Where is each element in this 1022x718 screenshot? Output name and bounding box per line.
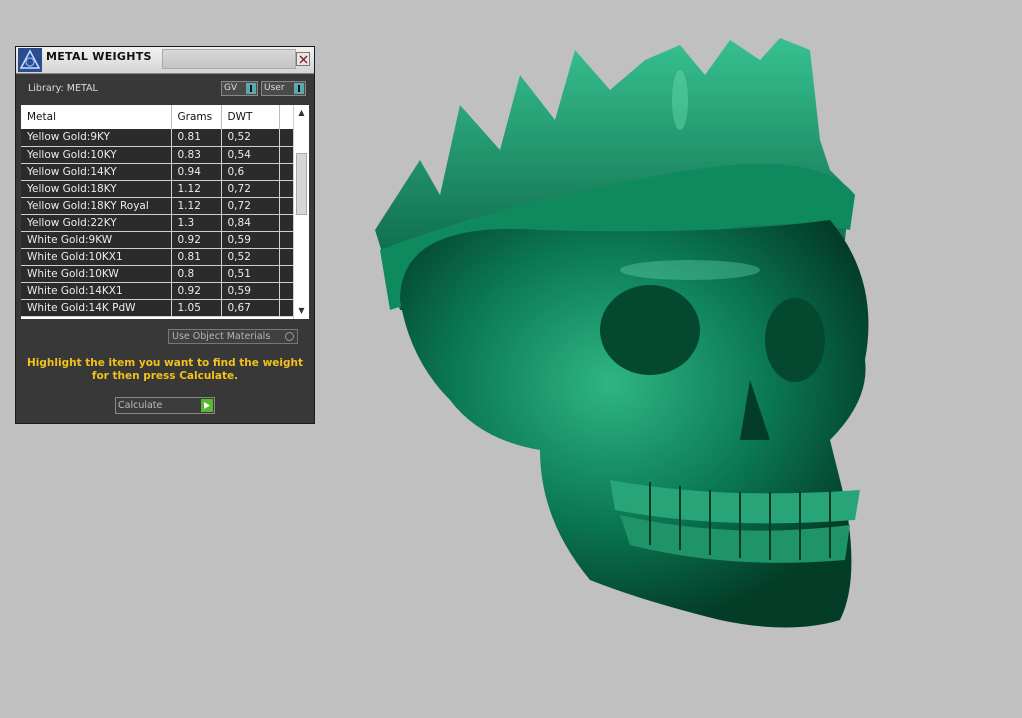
use-object-materials-option[interactable]: Use Object Materials bbox=[168, 329, 298, 344]
cell-metal: White Gold:10KW bbox=[21, 265, 172, 283]
table-row[interactable]: White Gold:10KX1 0.81 0,52 bbox=[21, 248, 294, 266]
title-bar-spacer bbox=[162, 49, 296, 69]
cell-grams: 0.92 bbox=[171, 282, 222, 300]
window-title: METAL WEIGHTS bbox=[46, 50, 152, 63]
skull-crown-model[interactable] bbox=[360, 20, 880, 650]
cell-grams: 0.83 bbox=[171, 146, 222, 164]
cell-metal: Yellow Gold:9KY bbox=[21, 129, 172, 147]
cell-metal: Yellow Gold:18KY Royal bbox=[21, 197, 172, 215]
cell-grams: 0.8 bbox=[171, 265, 222, 283]
cell-metal: White Gold:9KW bbox=[21, 231, 172, 249]
cell-dwt: 0,72 bbox=[221, 180, 280, 198]
cell-grams: 1.12 bbox=[171, 180, 222, 198]
cell-dwt: 0,54 bbox=[221, 146, 280, 164]
cell-dwt: 0,6 bbox=[221, 163, 280, 181]
toggle-knob-icon bbox=[294, 83, 304, 94]
table-row[interactable]: Yellow Gold:9KY 0.81 0,52 bbox=[21, 129, 294, 147]
scroll-up-icon[interactable]: ▲ bbox=[296, 107, 307, 119]
radio-icon bbox=[285, 332, 294, 341]
cell-metal: Yellow Gold:10KY bbox=[21, 146, 172, 164]
cell-dwt: 0,51 bbox=[221, 265, 280, 283]
cell-spacer bbox=[279, 282, 294, 300]
cell-grams: 0.81 bbox=[171, 248, 222, 266]
table-row[interactable]: Yellow Gold:10KY 0.83 0,54 bbox=[21, 146, 294, 164]
cell-grams: 0.92 bbox=[171, 231, 222, 249]
cell-dwt: 0,84 bbox=[221, 214, 280, 232]
table-row[interactable]: Yellow Gold:14KY 0.94 0,6 bbox=[21, 163, 294, 181]
cell-dwt: 0,72 bbox=[221, 197, 280, 215]
close-icon bbox=[299, 55, 307, 63]
table-header-row: Metal Grams DWT bbox=[21, 105, 294, 129]
cell-metal: White Gold:14K PdW bbox=[21, 299, 172, 317]
calculate-label: Calculate bbox=[118, 400, 163, 411]
cell-metal: White Gold:10KX1 bbox=[21, 248, 172, 266]
cell-grams: 0.94 bbox=[171, 163, 222, 181]
library-label: Library: METAL bbox=[28, 83, 98, 94]
user-toggle-label: User bbox=[264, 83, 285, 93]
cell-spacer bbox=[279, 163, 294, 181]
gv-toggle[interactable]: GV bbox=[221, 81, 258, 96]
cell-metal: Yellow Gold:18KY bbox=[21, 180, 172, 198]
cell-metal: White Gold:14KX1 bbox=[21, 282, 172, 300]
cell-grams: 1.3 bbox=[171, 214, 222, 232]
cell-spacer bbox=[279, 214, 294, 232]
user-toggle[interactable]: User bbox=[261, 81, 306, 96]
column-header-dwt[interactable]: DWT bbox=[221, 105, 280, 129]
metal-table[interactable]: Metal Grams DWT Yellow Gold:9KY 0.81 0,52 Y… bbox=[21, 105, 309, 319]
cell-spacer bbox=[279, 248, 294, 266]
cell-metal: Yellow Gold:22KY bbox=[21, 214, 172, 232]
cell-spacer bbox=[279, 231, 294, 249]
cell-spacer bbox=[279, 265, 294, 283]
use-object-materials-label: Use Object Materials bbox=[172, 331, 271, 342]
table-row[interactable]: White Gold:14KX1 0.92 0,59 bbox=[21, 282, 294, 300]
instruction-text: Highlight the item you want to find the … bbox=[27, 357, 303, 382]
gv-toggle-label: GV bbox=[224, 83, 238, 93]
table-row[interactable]: White Gold:10KW 0.8 0,51 bbox=[21, 265, 294, 283]
table-scrollbar[interactable]: ▲ ▼ bbox=[293, 105, 309, 319]
metal-weights-panel: METAL WEIGHTS Library: METAL GV User Met… bbox=[15, 46, 315, 424]
cell-spacer bbox=[279, 197, 294, 215]
cell-dwt: 0,67 bbox=[221, 299, 280, 317]
scroll-down-icon[interactable]: ▼ bbox=[296, 305, 307, 317]
calculate-button[interactable]: Calculate bbox=[115, 397, 215, 414]
close-button[interactable] bbox=[296, 52, 310, 66]
cell-dwt: 0,59 bbox=[221, 282, 280, 300]
cell-grams: 0.81 bbox=[171, 129, 222, 147]
cell-dwt: 0,52 bbox=[221, 129, 280, 147]
cell-metal: Yellow Gold:14KY bbox=[21, 163, 172, 181]
cell-spacer bbox=[279, 129, 294, 147]
cell-spacer bbox=[279, 180, 294, 198]
cell-dwt: 0,59 bbox=[221, 231, 280, 249]
table-row[interactable]: Yellow Gold:22KY 1.3 0,84 bbox=[21, 214, 294, 232]
cell-dwt: 0,52 bbox=[221, 248, 280, 266]
cell-grams: 1.12 bbox=[171, 197, 222, 215]
column-header-spacer bbox=[279, 105, 294, 129]
scroll-thumb[interactable] bbox=[296, 153, 307, 215]
title-bar[interactable]: METAL WEIGHTS bbox=[16, 47, 314, 74]
toggle-knob-icon bbox=[246, 83, 256, 94]
column-header-metal[interactable]: Metal bbox=[21, 105, 172, 129]
play-arrow-icon bbox=[201, 399, 213, 412]
column-header-grams[interactable]: Grams bbox=[171, 105, 222, 129]
cell-spacer bbox=[279, 299, 294, 317]
table-row[interactable]: Yellow Gold:18KY 1.12 0,72 bbox=[21, 180, 294, 198]
cell-grams: 1.05 bbox=[171, 299, 222, 317]
app-logo-icon bbox=[18, 48, 42, 72]
table-row[interactable]: White Gold:14K PdW 1.05 0,67 bbox=[21, 299, 294, 317]
table-row[interactable]: White Gold:9KW 0.92 0,59 bbox=[21, 231, 294, 249]
table-row[interactable]: Yellow Gold:18KY Royal 1.12 0,72 bbox=[21, 197, 294, 215]
cell-spacer bbox=[279, 146, 294, 164]
